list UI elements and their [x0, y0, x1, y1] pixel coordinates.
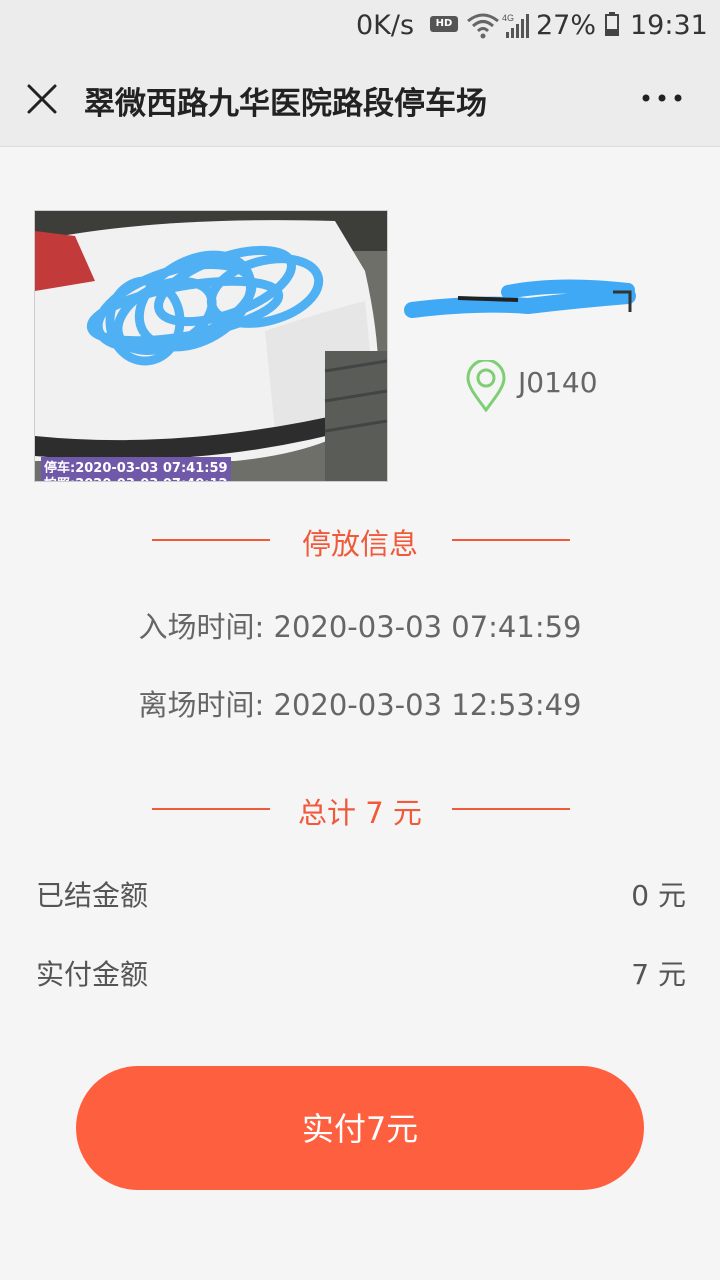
- entry-time-value: 2020-03-03 07:41:59: [273, 610, 582, 644]
- wifi-icon: [467, 13, 499, 39]
- exit-time-value: 2020-03-03 12:53:49: [273, 688, 582, 722]
- vehicle-photo: 停车:2020-03-03 07:41:59 拍照:2020-03-03 07:…: [34, 210, 388, 482]
- signal-icon: 4G: [502, 13, 529, 38]
- entry-time-label: 入场时间:: [138, 610, 265, 644]
- obscured-plate-number: [404, 279, 636, 318]
- exit-time-label: 离场时间:: [138, 688, 265, 722]
- battery-percent: 27%: [536, 10, 597, 41]
- paid-amount-label: 实付金额: [36, 958, 149, 991]
- status-bar: 0K/s HD 4G 27% 19:31: [0, 0, 720, 52]
- parking-info-heading: 停放信息: [301, 527, 418, 561]
- hd-badge: HD: [430, 16, 458, 32]
- parking-spot-code: J0140: [518, 366, 598, 399]
- paid-amount-value: 7 元: [631, 958, 686, 991]
- entry-time-row: 入场时间: 2020-03-03 07:41:59: [0, 604, 720, 646]
- settled-amount-value: 0 元: [631, 879, 686, 912]
- clock: 19:31: [630, 10, 708, 41]
- battery-icon: [605, 12, 619, 36]
- nav-bar: 翠微西路九华医院路段停车场: [0, 52, 720, 147]
- more-menu-icon[interactable]: [640, 90, 684, 106]
- pay-button[interactable]: 实付7元: [76, 1066, 644, 1190]
- location-pin-icon: [466, 360, 506, 412]
- svg-text:4G: 4G: [502, 13, 514, 23]
- divider-right: [452, 539, 570, 541]
- network-speed: 0K/s: [356, 10, 415, 41]
- photo-shot-timestamp: 拍照:2020-03-03 07:40:12: [41, 473, 231, 481]
- vehicle-photo-image: [35, 211, 387, 481]
- page-title: 翠微西路九华医院路段停车场: [84, 86, 487, 122]
- exit-time-row: 离场时间: 2020-03-03 12:53:49: [0, 682, 720, 724]
- settled-amount-label: 已结金额: [36, 879, 149, 912]
- divider-right: [452, 808, 570, 810]
- total-heading: 总计 7 元: [298, 796, 422, 830]
- close-icon[interactable]: [26, 83, 58, 115]
